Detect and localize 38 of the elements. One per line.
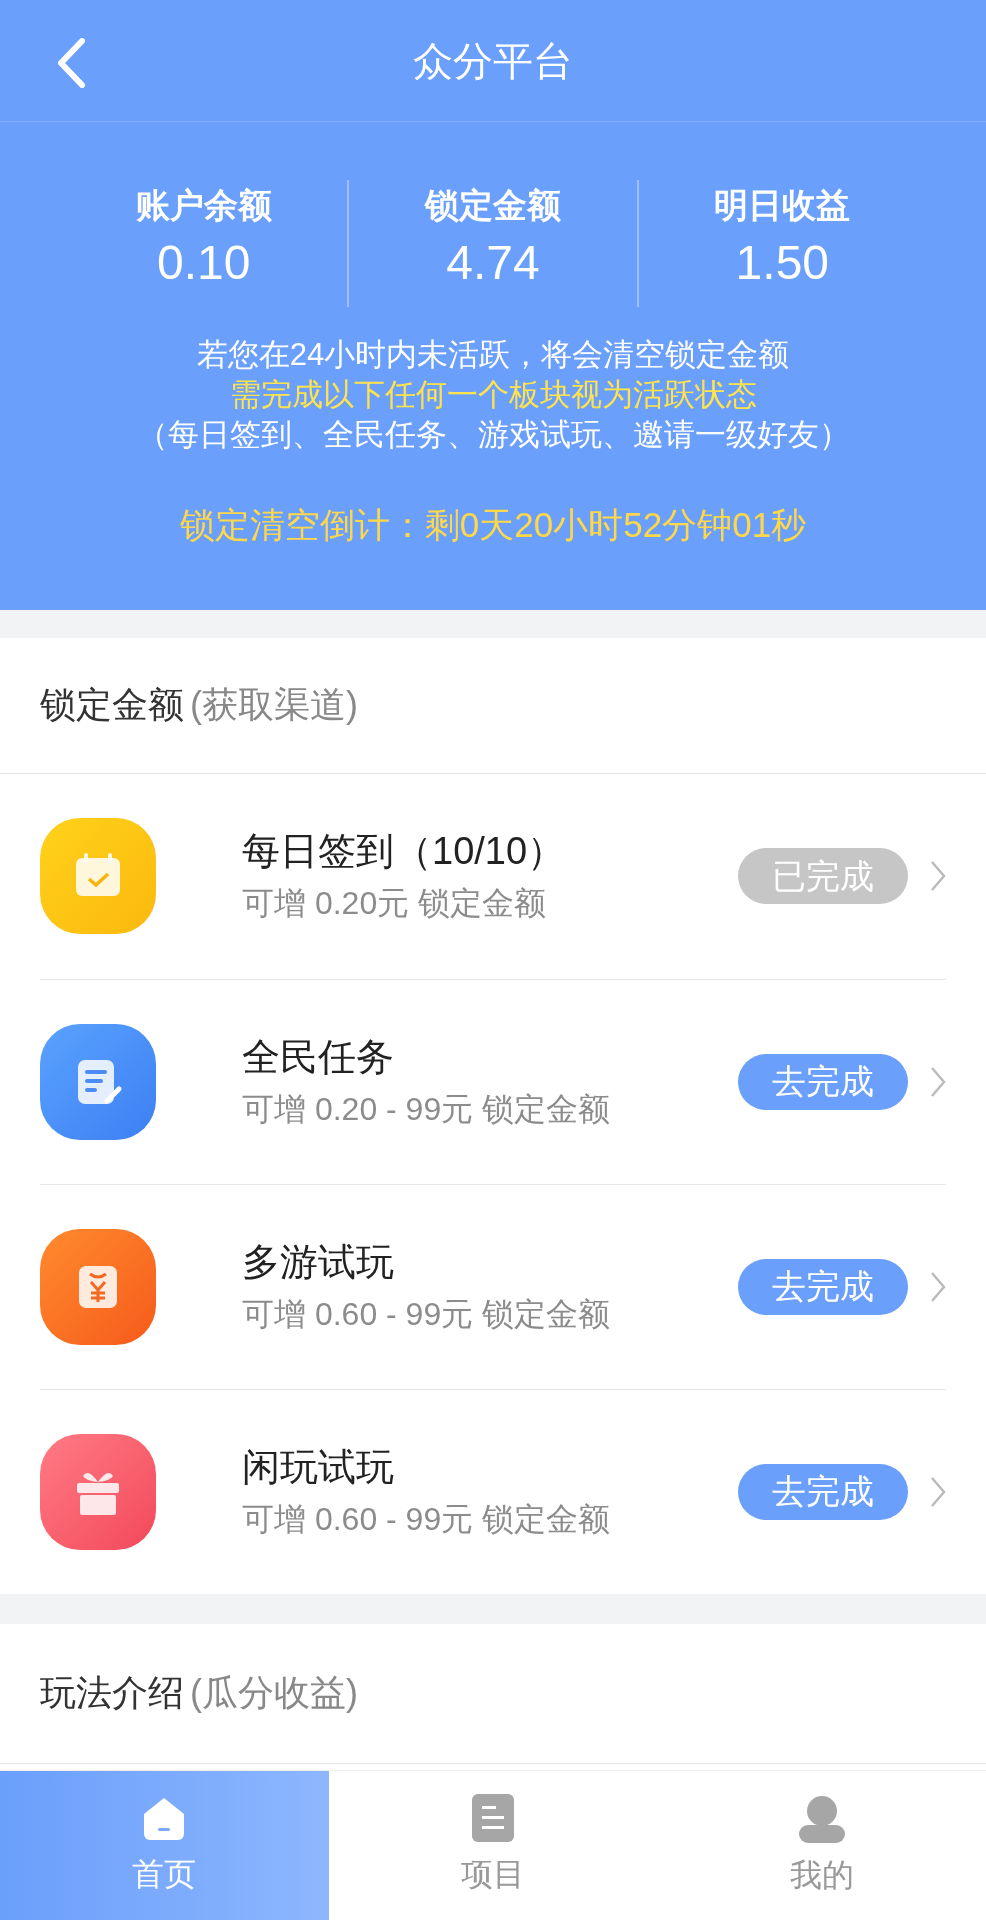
stat-label: 明日收益 <box>714 185 851 226</box>
stat-value: 4.74 <box>446 235 540 291</box>
yen-card-icon <box>40 1228 156 1345</box>
document-icon <box>472 1793 514 1842</box>
section-subtitle: (获取渠道) <box>190 683 358 727</box>
chevron-right-icon[interactable] <box>930 860 946 892</box>
task-name: 全民任务 <box>242 1034 395 1080</box>
task-name: 多游试玩 <box>242 1239 395 1285</box>
task-name: 闲玩试玩 <box>242 1444 395 1490</box>
section-subtitle: (瓜分收益) <box>190 1671 358 1715</box>
document-pen-icon <box>40 1023 156 1140</box>
chevron-right-icon[interactable] <box>930 1065 946 1098</box>
stat-label: 账户余额 <box>135 185 272 226</box>
notice-text: 若您在24小时内未活跃，将会清空锁定金额 <box>196 336 790 374</box>
chevron-right-icon[interactable] <box>930 1475 946 1508</box>
stat-value: 1.50 <box>735 235 830 291</box>
task-reward: 可增 0.60 - 99元 锁定金额 <box>242 1294 612 1334</box>
gift-icon <box>40 1433 156 1550</box>
calendar-icon <box>40 818 156 934</box>
section-title: 玩法介绍 <box>40 1671 184 1715</box>
stat-value: 0.10 <box>156 235 251 291</box>
notice-text: 需完成以下任何一个板块视为活跃状态 <box>229 376 757 414</box>
task-button[interactable]: 去完成 <box>738 1258 908 1315</box>
countdown-text: 锁定清空倒计：剩0天20小时52分钟01秒 <box>179 504 807 546</box>
task-reward: 可增 0.20 - 99元 锁定金额 <box>242 1089 612 1129</box>
task-name: 每日签到（10/10） <box>242 829 567 874</box>
back-icon[interactable] <box>56 38 86 88</box>
page-title: 众分平台 <box>413 37 573 85</box>
task-button[interactable]: 去完成 <box>738 1053 908 1110</box>
task-button[interactable]: 去完成 <box>738 1463 908 1520</box>
stat-label: 锁定金额 <box>425 185 561 226</box>
task-button[interactable]: 已完成 <box>738 848 908 904</box>
notice-text: （每日签到、全民任务、游戏试玩、邀请一级好友） <box>136 416 850 454</box>
section-title: 锁定金额 <box>40 683 184 727</box>
task-reward: 可增 0.60 - 99元 锁定金额 <box>242 1499 612 1539</box>
task-reward: 可增 0.20元 锁定金额 <box>242 884 548 923</box>
tab-item[interactable]: 首页 <box>0 1771 329 1920</box>
chevron-right-icon[interactable] <box>930 1270 946 1303</box>
